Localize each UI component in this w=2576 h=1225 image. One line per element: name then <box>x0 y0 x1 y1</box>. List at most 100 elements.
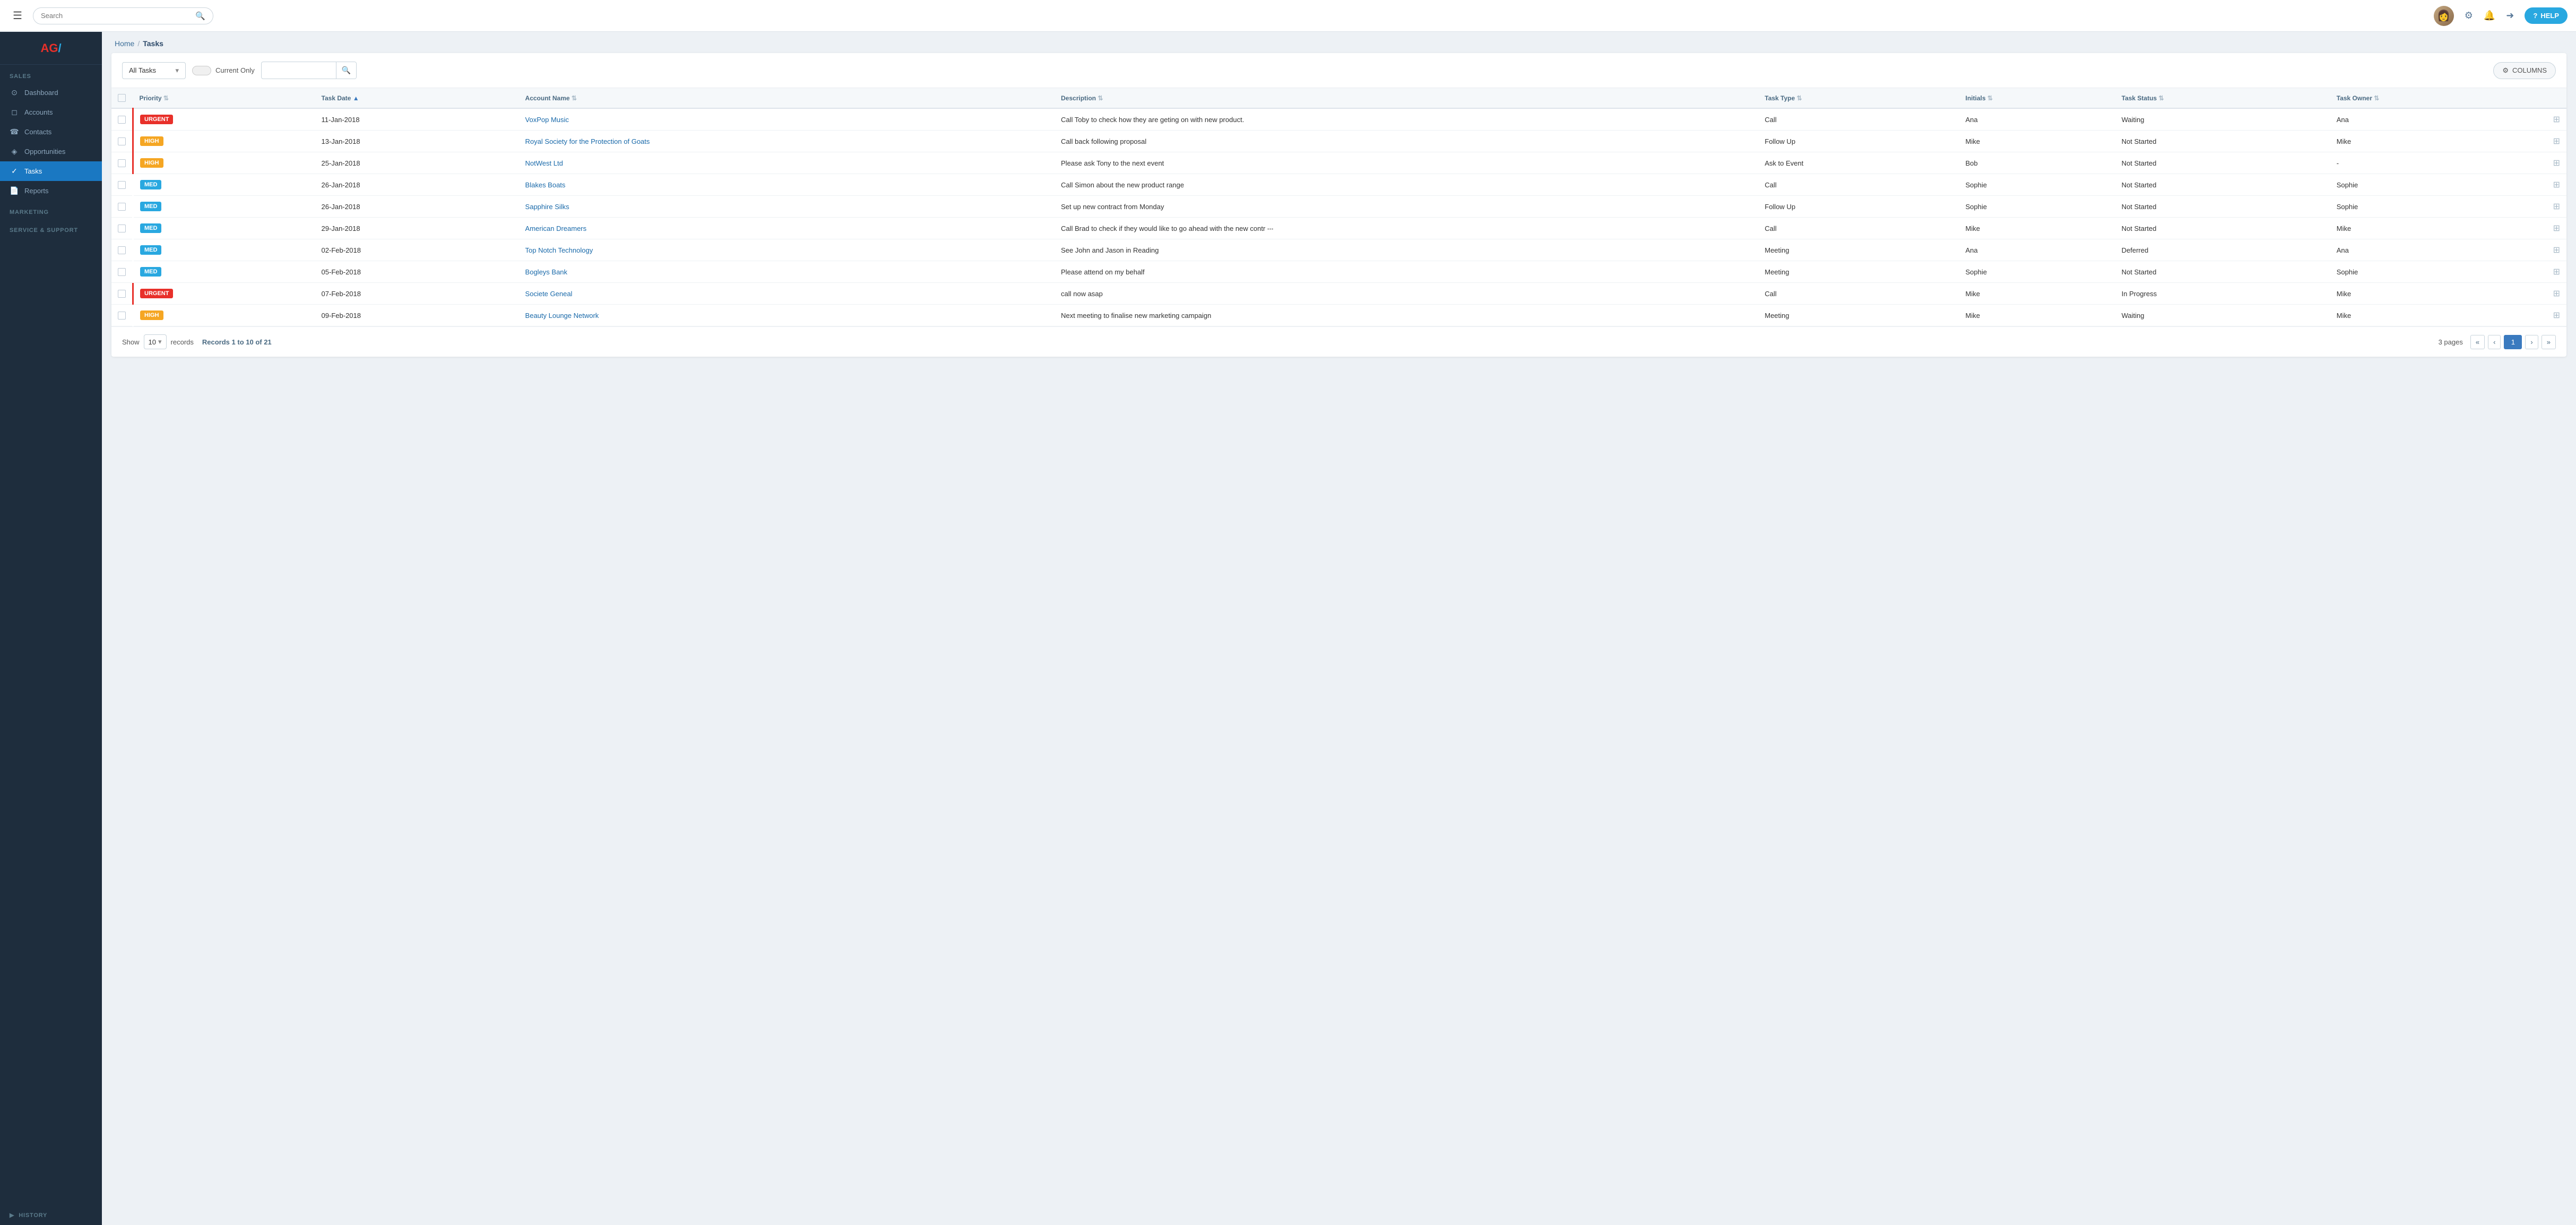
sidebar-item-accounts[interactable]: ◻ Accounts <box>0 102 102 122</box>
account-name-cell[interactable]: Beauty Lounge Network <box>519 305 1055 326</box>
account-name-cell[interactable]: VoxPop Music <box>519 108 1055 131</box>
row-expand-icon[interactable]: ⊞ <box>2553 311 2560 320</box>
sidebar-item-dashboard[interactable]: ⊙ Dashboard <box>0 83 102 102</box>
row-checkbox[interactable] <box>118 137 126 145</box>
col-header-task-status[interactable]: Task Status ⇅ <box>2115 88 2330 108</box>
row-expand-icon[interactable]: ⊞ <box>2553 137 2560 146</box>
col-header-task-type[interactable]: Task Type ⇅ <box>1758 88 1959 108</box>
task-date-cell: 26-Jan-2018 <box>315 174 519 196</box>
row-checkbox[interactable] <box>118 116 126 124</box>
row-checkbox[interactable] <box>118 290 126 298</box>
breadcrumb: Home / Tasks <box>102 32 2576 53</box>
col-header-initials[interactable]: Initials ⇅ <box>1959 88 2115 108</box>
task-status-cell: Not Started <box>2115 152 2330 174</box>
sort-icon: ⇅ <box>1097 94 1103 102</box>
task-status-cell: In Progress <box>2115 283 2330 305</box>
row-expand-icon[interactable]: ⊞ <box>2553 159 2560 168</box>
search-input[interactable] <box>41 12 191 20</box>
task-owner-cell: Mike <box>2330 283 2547 305</box>
task-status-cell: Deferred <box>2115 239 2330 261</box>
table-row: Med 05-Feb-2018 Bogleys Bank Please atte… <box>111 261 2566 283</box>
row-expand-icon[interactable]: ⊞ <box>2553 246 2560 255</box>
row-expand-icon[interactable]: ⊞ <box>2553 115 2560 124</box>
section-toggle-history[interactable]: ▶ HISTORY <box>0 1205 102 1225</box>
col-header-task-date[interactable]: Task Date ▲ <box>315 88 519 108</box>
row-expand-icon[interactable]: ⊞ <box>2553 180 2560 189</box>
account-name-cell[interactable]: Royal Society for the Protection of Goat… <box>519 131 1055 152</box>
col-header-priority[interactable]: Priority ⇅ <box>133 88 315 108</box>
row-checkbox[interactable] <box>118 181 126 189</box>
row-expand-icon[interactable]: ⊞ <box>2553 268 2560 277</box>
row-checkbox[interactable] <box>118 268 126 276</box>
initials-cell: Sophie <box>1959 174 2115 196</box>
account-name-cell[interactable]: American Dreamers <box>519 218 1055 239</box>
account-name-cell[interactable]: Blakes Boats <box>519 174 1055 196</box>
avatar[interactable]: 👩 <box>2434 6 2454 26</box>
logo-area: AG/ <box>0 32 102 65</box>
next-page-button[interactable]: › <box>2525 335 2538 349</box>
breadcrumb-home[interactable]: Home <box>115 39 134 48</box>
toolbar: All Tasks ▾ Current Only 🔍 ⚙ COLUMNS <box>111 53 2566 88</box>
header-checkbox[interactable] <box>118 94 126 102</box>
section-label-marketing: MARKETING <box>0 201 102 219</box>
prev-page-button[interactable]: ‹ <box>2488 335 2501 349</box>
filter-search-button[interactable]: 🔍 <box>336 62 356 79</box>
last-page-button[interactable]: » <box>2542 335 2556 349</box>
task-owner-cell: - <box>2330 152 2547 174</box>
dashboard-icon: ⊙ <box>10 88 19 97</box>
initials-cell: Ana <box>1959 239 2115 261</box>
row-expand-icon[interactable]: ⊞ <box>2553 289 2560 298</box>
account-name-cell[interactable]: Sapphire Silks <box>519 196 1055 218</box>
hamburger-icon[interactable]: ☰ <box>8 7 27 24</box>
help-button[interactable]: ? HELP <box>2525 7 2568 24</box>
sidebar-item-label: Reports <box>24 187 49 195</box>
toggle-checkbox[interactable] <box>192 66 211 75</box>
account-name-cell[interactable]: Societe Geneal <box>519 283 1055 305</box>
row-checkbox[interactable] <box>118 203 126 211</box>
first-page-button[interactable]: « <box>2470 335 2485 349</box>
notification-icon[interactable]: 🔔 <box>2484 10 2495 21</box>
priority-badge: High <box>140 158 163 168</box>
sidebar-item-tasks[interactable]: ✓ Tasks <box>0 161 102 181</box>
columns-button[interactable]: ⚙ COLUMNS <box>2493 62 2556 79</box>
description-cell: call now asap <box>1054 283 1758 305</box>
row-checkbox[interactable] <box>118 246 126 254</box>
per-page-select[interactable]: 10 ▾ <box>144 334 167 349</box>
col-header-account-name[interactable]: Account Name ⇅ <box>519 88 1055 108</box>
task-owner-cell: Sophie <box>2330 261 2547 283</box>
row-expand-icon[interactable]: ⊞ <box>2553 202 2560 211</box>
opportunities-icon: ◈ <box>10 147 19 156</box>
row-checkbox[interactable] <box>118 225 126 232</box>
row-checkbox[interactable] <box>118 312 126 320</box>
task-type-cell: Meeting <box>1758 239 1959 261</box>
account-name-cell[interactable]: Top Notch Technology <box>519 239 1055 261</box>
account-name-cell[interactable]: Bogleys Bank <box>519 261 1055 283</box>
sidebar: AG/ SALES ⊙ Dashboard ◻ Accounts ☎ Conta… <box>0 32 102 1225</box>
priority-badge: Med <box>140 180 161 189</box>
filter-select[interactable]: All Tasks ▾ <box>122 62 186 79</box>
breadcrumb-current: Tasks <box>143 39 163 48</box>
sidebar-item-contacts[interactable]: ☎ Contacts <box>0 122 102 142</box>
sidebar-item-label: Opportunities <box>24 148 65 156</box>
columns-label: COLUMNS <box>2512 66 2547 74</box>
task-type-cell: Follow Up <box>1758 131 1959 152</box>
initials-cell: Sophie <box>1959 196 2115 218</box>
col-header-task-owner[interactable]: Task Owner ⇅ <box>2330 88 2547 108</box>
account-name-cell[interactable]: NotWest Ltd <box>519 152 1055 174</box>
filter-search-input[interactable] <box>262 63 336 78</box>
col-header-description[interactable]: Description ⇅ <box>1054 88 1758 108</box>
search-bar: 🔍 <box>33 7 213 24</box>
current-page-button[interactable]: 1 <box>2504 335 2522 349</box>
row-expand-icon[interactable]: ⊞ <box>2553 224 2560 233</box>
sort-icon: ⇅ <box>1987 94 1993 102</box>
logout-icon[interactable]: ➜ <box>2506 10 2514 21</box>
table-row: High 25-Jan-2018 NotWest Ltd Please ask … <box>111 152 2566 174</box>
per-page-value: 10 <box>149 338 156 346</box>
current-only-toggle[interactable]: Current Only <box>192 66 255 75</box>
section-label-reports[interactable]: 📄 Reports <box>0 181 102 201</box>
sidebar-item-opportunities[interactable]: ◈ Opportunities <box>0 142 102 161</box>
table-row: High 09-Feb-2018 Beauty Lounge Network N… <box>111 305 2566 326</box>
row-checkbox[interactable] <box>118 159 126 167</box>
show-label: Show <box>122 338 140 346</box>
settings-icon[interactable]: ⚙ <box>2465 10 2473 21</box>
